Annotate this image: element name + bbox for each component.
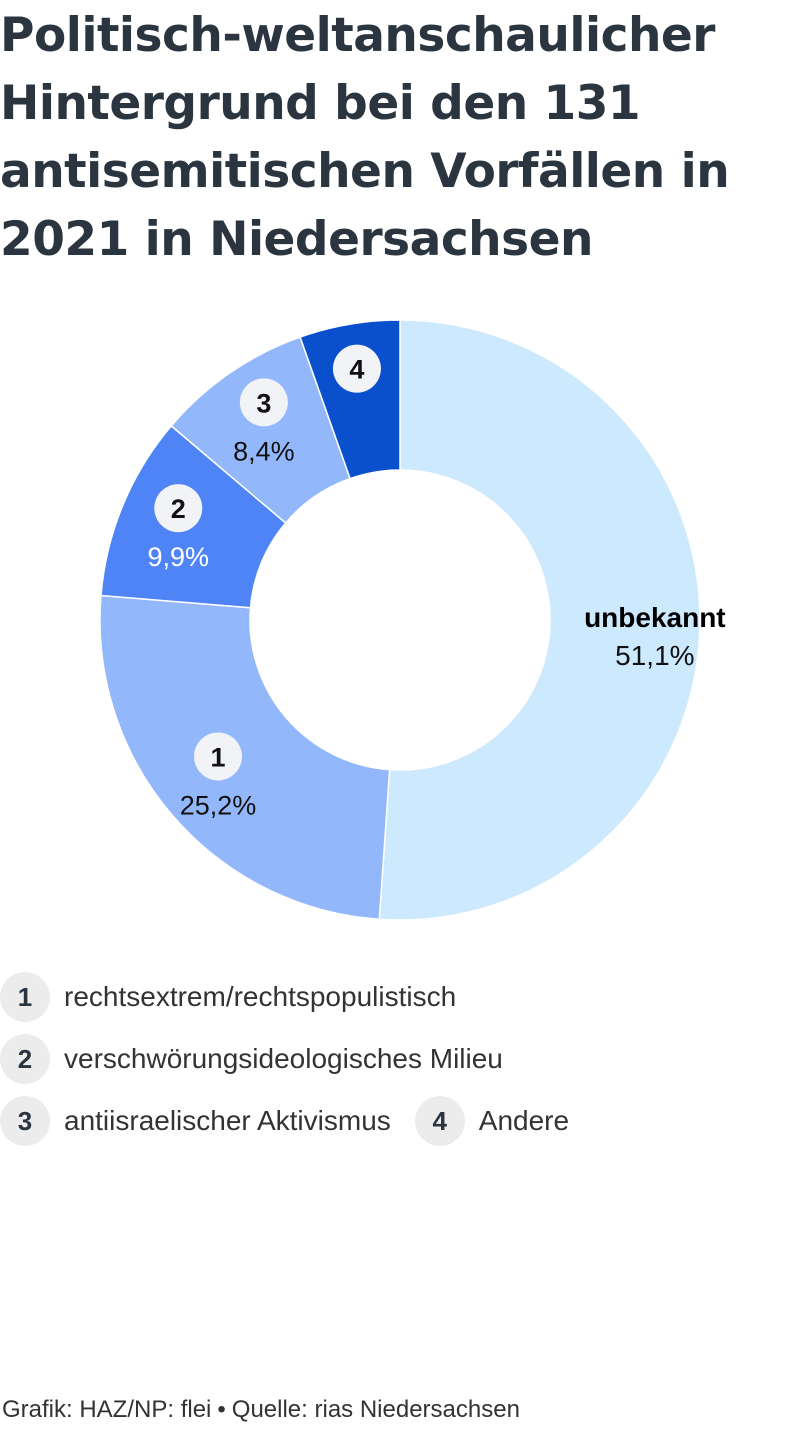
- legend-badge-2: 2: [0, 1034, 50, 1084]
- slice-marker-4: 4: [349, 355, 364, 385]
- legend-row: 1 rechtsextrem/rechtspopulistisch: [0, 970, 800, 1024]
- legend-item-2: 2 verschwörungsideologisches Milieu: [0, 1034, 503, 1084]
- footer-separator: •: [217, 1396, 226, 1423]
- slice-1: [99, 594, 391, 921]
- slice-marker-1: 1: [210, 742, 225, 772]
- slice-marker-2: 2: [171, 494, 186, 524]
- legend-item-4: 4 Andere: [414, 1096, 570, 1146]
- legend-label-4: Andere: [478, 1105, 570, 1136]
- slice-label-unbekannt: unbekannt: [584, 602, 726, 633]
- legend-row: 2 verschwörungsideologisches Milieu: [0, 1032, 800, 1086]
- slice-value-1: 25,2%: [180, 790, 257, 820]
- slice-value-unbekannt: 51,1%: [615, 640, 694, 671]
- slice-value-3: 8,4%: [233, 436, 295, 466]
- legend-badge-4: 4: [414, 1096, 465, 1146]
- footer-quelle: Quelle: rias Niedersachsen: [231, 1396, 520, 1423]
- legend-row: 3 antiisraelischer Aktivismus 4 Andere: [0, 1094, 800, 1148]
- legend-badge-1: 1: [0, 972, 50, 1022]
- source-footer: Grafik: HAZ/NP: flei • Quelle: rias Nieder…: [2, 1396, 520, 1424]
- chart-title: Politisch-weltanschaulicher Hintergrund …: [0, 8, 730, 267]
- donut-chart: unbekannt 51,1% 1 25,2% 2 9,9% 3 8,4% 4: [99, 319, 726, 921]
- legend-label-3: antiisraelischer Aktivismus: [64, 1105, 391, 1136]
- legend-label-1: rechtsextrem/rechtspopulistisch: [64, 981, 457, 1012]
- legend-item-1: 1 rechtsextrem/rechtspopulistisch: [0, 972, 456, 1022]
- legend-badge-3: 3: [0, 1096, 50, 1146]
- legend-label-2: verschwörungsideologisches Milieu: [64, 1043, 503, 1074]
- slice-value-2: 9,9%: [147, 542, 209, 572]
- legend: 1 rechtsextrem/rechtspopulistisch 2 vers…: [0, 970, 800, 1156]
- slice-marker-3: 3: [256, 388, 271, 418]
- footer-grafik: Grafik: HAZ/NP: flei: [2, 1396, 212, 1423]
- legend-item-3: 3 antiisraelischer Aktivismus: [0, 1096, 391, 1146]
